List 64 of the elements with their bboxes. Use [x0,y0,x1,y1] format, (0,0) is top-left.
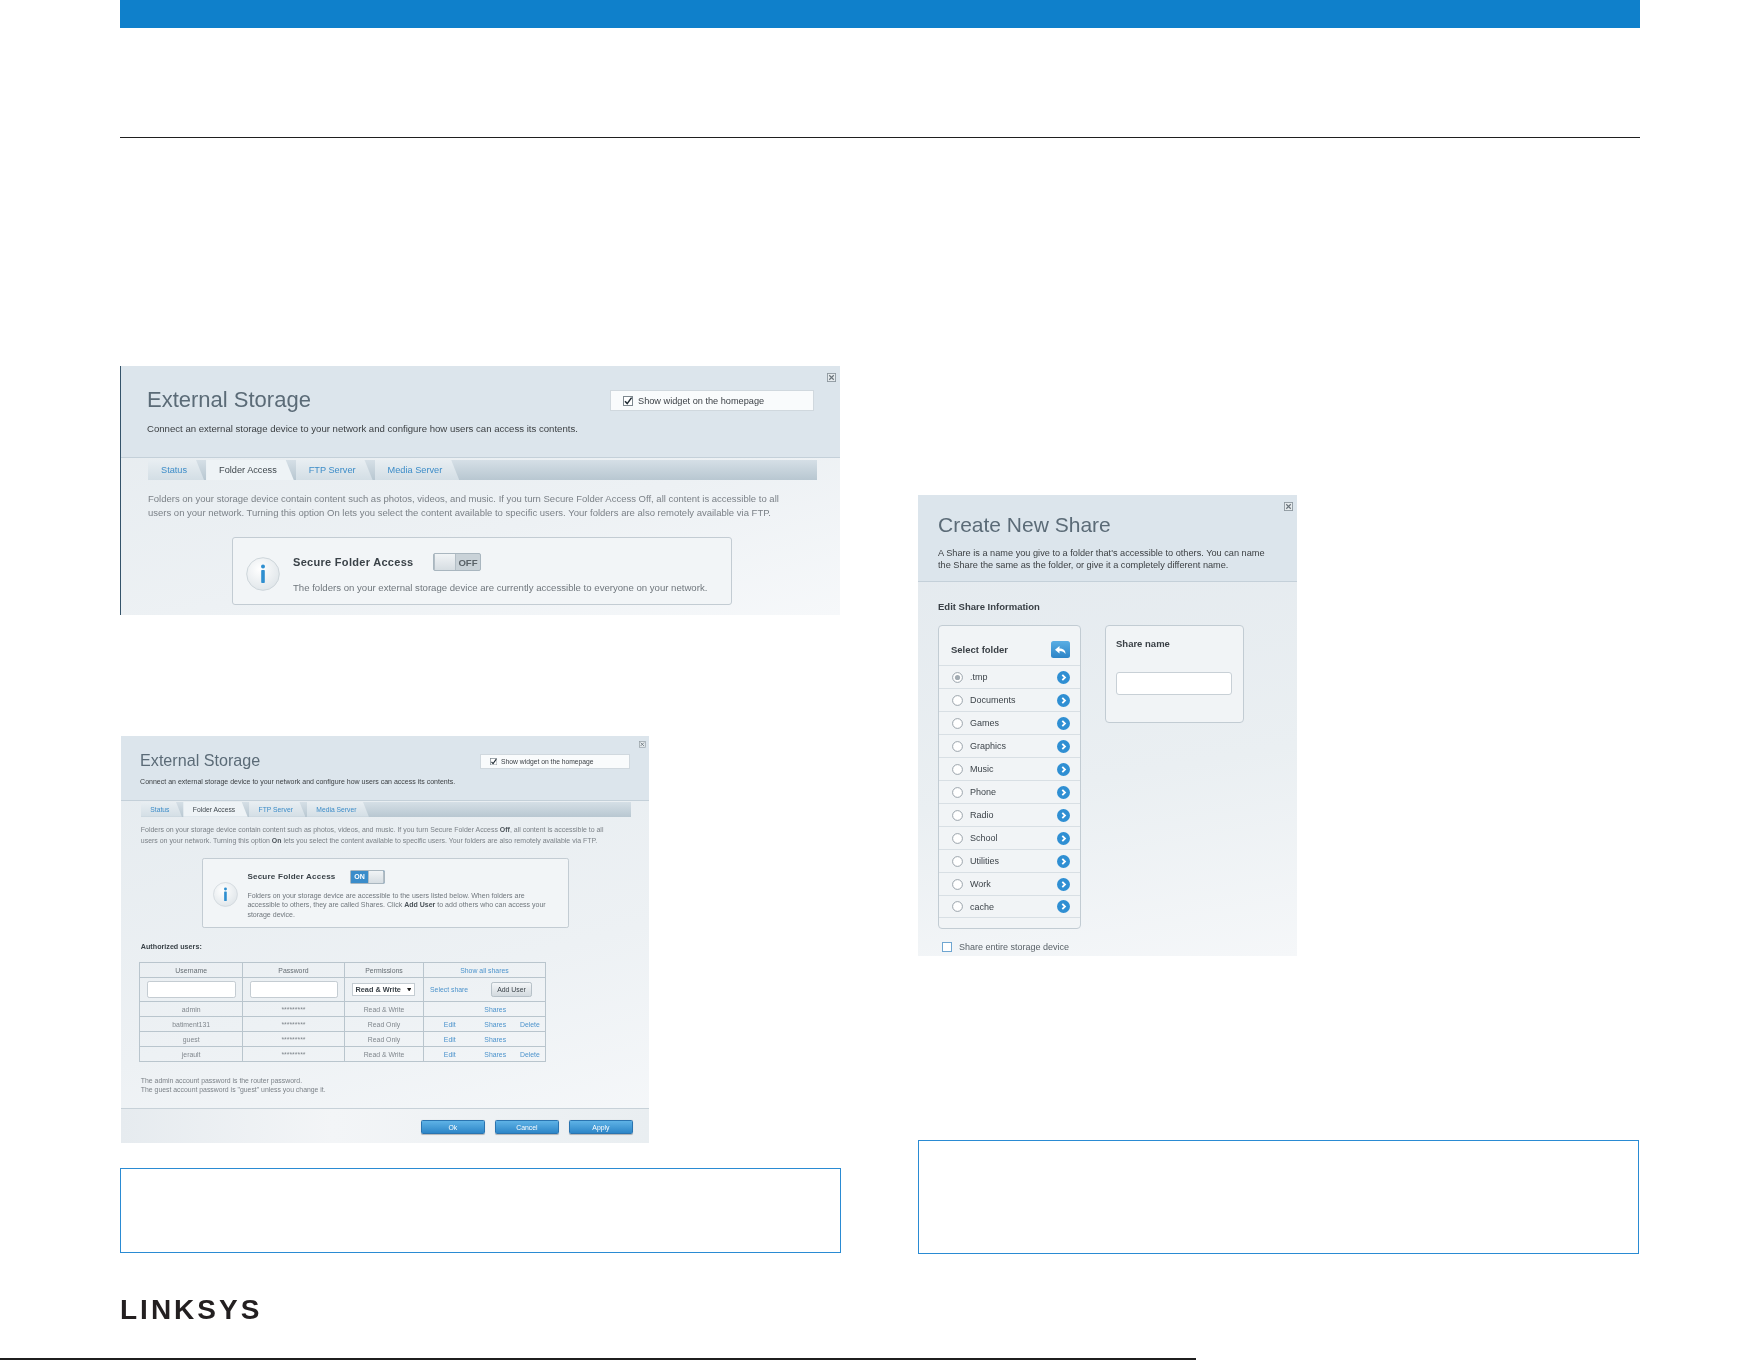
folder-name: Documents [970,695,1016,705]
info-icon [212,882,238,908]
panel-title: Create New Share [938,512,1112,538]
description-text: Folders on your storage device contain content such as photos, videos, and music. If you turn Secure Folder Access Off, all content is accessible to all users on your network. Turning this option On lets you select the content available to specific users. Your folders are also remotely available via FTP. [148,492,780,520]
caret-icon [407,987,412,992]
tab[interactable]: Folder Access [206,460,294,480]
toggle-knob [368,871,385,883]
tab[interactable]: Status [148,460,205,480]
radio-button[interactable] [952,694,963,706]
chevron-right-icon[interactable] [1057,739,1070,753]
chevron-right-icon[interactable] [1057,854,1070,868]
radio-button[interactable] [952,855,963,867]
folder-name: School [970,833,998,843]
radio-button[interactable] [952,809,963,821]
share-name-input[interactable] [1116,672,1232,695]
radio-button[interactable] [952,763,963,775]
radio-button[interactable] [952,901,963,912]
chevron-right-icon[interactable] [1057,693,1070,707]
setting-title: Secure Folder Access [247,871,336,883]
chevron-right-icon[interactable] [1057,900,1070,913]
tab[interactable]: Media Server [374,460,460,480]
folder-name: Games [970,718,999,728]
chevron-right-icon[interactable] [1057,670,1070,684]
folder-name: Graphics [970,741,1006,751]
chevron-right-icon[interactable] [1057,877,1070,891]
folder-name: Music [970,764,994,774]
radio-button[interactable] [952,878,963,890]
toggle-switch[interactable]: OFF [433,553,481,571]
panel-title: External Storage [147,387,311,413]
section-heading: Edit Share Information [938,601,1040,613]
panel-title: External Storage [140,751,261,771]
close-icon[interactable] [1284,502,1293,511]
password-input[interactable] [249,981,339,998]
panel-subtitle: Connect an external storage device to your network and configure how users can access its contents. [147,423,579,435]
setting-title: Secure Folder Access [293,555,414,569]
folder-list-heading: Select folder [951,644,1009,655]
toggle-knob [434,554,456,570]
chevron-right-icon[interactable] [1057,808,1070,822]
folder-name: .tmp [970,672,988,682]
panel-description: A Share is a name you give to a folder that's accessible to others. You can name the Share the same as the folder, or give it a completely different name. [938,548,1266,571]
info-icon [246,556,280,591]
chevron-right-icon[interactable] [1057,785,1070,799]
close-icon[interactable] [827,373,836,382]
field-label: Share name [1116,637,1170,651]
radio-button[interactable] [952,786,963,798]
tab[interactable]: FTP Server [295,460,373,480]
folder-name: Work [970,879,991,889]
folder-name: Utilities [970,856,999,866]
folder-name: Radio [970,810,994,820]
radio-button[interactable] [952,671,963,683]
radio-button[interactable] [952,740,963,752]
radio-button[interactable] [952,717,963,729]
close-icon[interactable] [639,741,647,748]
chevron-right-icon[interactable] [1057,831,1070,845]
folder-name: Phone [970,787,997,797]
folder-name: cache [970,901,995,912]
show-widget-checkbox[interactable]: Show widget on the homepage [610,390,814,411]
info-message: The folders on your external storage device are currently accessible to everyone on your network. [293,581,709,594]
chevron-right-icon[interactable] [1057,716,1070,730]
brand-logo: LINKSYS [120,1299,263,1320]
username-input[interactable] [146,981,236,998]
radio-button[interactable] [952,832,963,844]
share-entire-device-checkbox[interactable]: Share entire storage device [942,941,1070,953]
chevron-right-icon[interactable] [1057,762,1070,776]
